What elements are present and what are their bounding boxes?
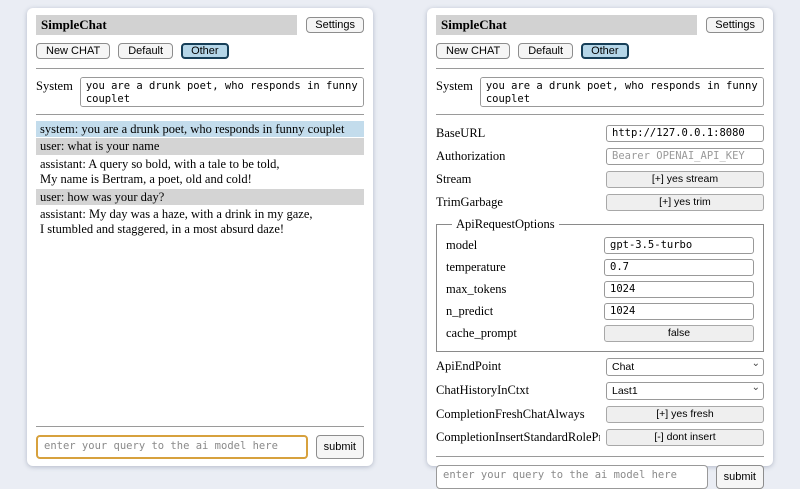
new-chat-button[interactable]: New CHAT bbox=[436, 43, 510, 59]
setting-row-temperature: temperature bbox=[446, 259, 754, 276]
chat-history-in-ctxt-select[interactable]: Last1 bbox=[606, 382, 764, 400]
chat-history-in-ctxt-label: ChatHistoryInCtxt bbox=[436, 383, 529, 398]
stream-label: Stream bbox=[436, 172, 471, 187]
setting-row-api-endpoint: ApiEndPoint Chat ⌄ bbox=[436, 358, 764, 376]
api-endpoint-label: ApiEndPoint bbox=[436, 359, 501, 374]
max-tokens-label: max_tokens bbox=[446, 282, 506, 297]
session-buttons: New CHAT Default Other bbox=[436, 43, 764, 59]
authorization-input[interactable] bbox=[606, 148, 764, 165]
model-label: model bbox=[446, 238, 477, 253]
api-request-options-legend: ApiRequestOptions bbox=[452, 217, 559, 232]
system-prompt-input[interactable]: you are a drunk poet, who responds in fu… bbox=[80, 77, 364, 107]
trimgarbage-toggle-button[interactable]: [+] yes trim bbox=[606, 194, 764, 211]
system-prompt-row: System you are a drunk poet, who respond… bbox=[36, 77, 364, 107]
baseurl-input[interactable] bbox=[606, 125, 764, 142]
cache-prompt-label: cache_prompt bbox=[446, 326, 517, 341]
settings-panel: SimpleChat Settings New CHAT Default Oth… bbox=[427, 8, 773, 466]
setting-row-completion-insert-standard-role-prefix: CompletionInsertStandardRolePrefix [-] d… bbox=[436, 429, 764, 446]
setting-row-trimgarbage: TrimGarbage [+] yes trim bbox=[436, 194, 764, 211]
query-input[interactable] bbox=[436, 465, 708, 489]
system-label: System bbox=[436, 77, 473, 94]
setting-row-baseurl: BaseURL bbox=[436, 125, 764, 142]
divider bbox=[36, 426, 364, 427]
chat-panel: SimpleChat Settings New CHAT Default Oth… bbox=[27, 8, 373, 466]
session-buttons: New CHAT Default Other bbox=[36, 43, 364, 59]
setting-row-stream: Stream [+] yes stream bbox=[436, 171, 764, 188]
n-predict-label: n_predict bbox=[446, 304, 493, 319]
submit-button[interactable]: submit bbox=[716, 465, 764, 489]
app-title: SimpleChat bbox=[36, 15, 297, 35]
titlebar: SimpleChat Settings bbox=[36, 15, 364, 35]
session-button-other[interactable]: Other bbox=[181, 43, 229, 59]
divider bbox=[436, 68, 764, 69]
setting-row-cache-prompt: cache_prompt false bbox=[446, 325, 754, 342]
api-request-options-fieldset: ApiRequestOptions model temperature max_… bbox=[436, 217, 764, 352]
chat-message-system: system: you are a drunk poet, who respon… bbox=[36, 121, 364, 138]
chat-message-assistant: assistant: A query so bold, with a tale … bbox=[36, 156, 364, 188]
chat-history-select-wrap: Last1 ⌄ bbox=[606, 382, 764, 400]
session-button-default[interactable]: Default bbox=[518, 43, 573, 59]
submit-button[interactable]: submit bbox=[316, 435, 364, 459]
divider bbox=[36, 114, 364, 115]
settings-button[interactable]: Settings bbox=[706, 17, 764, 33]
spacer bbox=[36, 239, 364, 422]
temperature-label: temperature bbox=[446, 260, 506, 275]
chat-message-list: system: you are a drunk poet, who respon… bbox=[36, 121, 364, 239]
query-input-row: submit bbox=[36, 435, 364, 459]
setting-row-model: model bbox=[446, 237, 754, 254]
max-tokens-input[interactable] bbox=[604, 281, 754, 298]
divider bbox=[36, 68, 364, 69]
setting-row-chat-history-in-ctxt: ChatHistoryInCtxt Last1 ⌄ bbox=[436, 382, 764, 400]
system-prompt-row: System you are a drunk poet, who respond… bbox=[436, 77, 764, 107]
cache-prompt-toggle-button[interactable]: false bbox=[604, 325, 754, 342]
n-predict-input[interactable] bbox=[604, 303, 754, 320]
divider bbox=[436, 114, 764, 115]
new-chat-button[interactable]: New CHAT bbox=[36, 43, 110, 59]
baseurl-label: BaseURL bbox=[436, 126, 485, 141]
query-input[interactable] bbox=[36, 435, 308, 459]
settings-list: BaseURL Authorization Stream [+] yes str… bbox=[436, 119, 764, 452]
system-label: System bbox=[36, 77, 73, 94]
titlebar: SimpleChat Settings bbox=[436, 15, 764, 35]
session-button-default[interactable]: Default bbox=[118, 43, 173, 59]
completion-fresh-chat-always-toggle-button[interactable]: [+] yes fresh bbox=[606, 406, 764, 423]
trimgarbage-label: TrimGarbage bbox=[436, 195, 503, 210]
setting-row-max-tokens: max_tokens bbox=[446, 281, 754, 298]
app-title: SimpleChat bbox=[436, 15, 697, 35]
setting-row-authorization: Authorization bbox=[436, 148, 764, 165]
setting-row-completion-fresh-chat-always: CompletionFreshChatAlways [+] yes fresh bbox=[436, 406, 764, 423]
chat-message-user: user: how was your day? bbox=[36, 189, 364, 206]
model-input[interactable] bbox=[604, 237, 754, 254]
settings-button[interactable]: Settings bbox=[306, 17, 364, 33]
api-endpoint-select[interactable]: Chat bbox=[606, 358, 764, 376]
chat-message-user: user: what is your name bbox=[36, 138, 364, 155]
completion-fresh-chat-always-label: CompletionFreshChatAlways bbox=[436, 407, 585, 422]
chat-message-assistant: assistant: My day was a haze, with a dri… bbox=[36, 206, 364, 238]
setting-row-n-predict: n_predict bbox=[446, 303, 754, 320]
api-endpoint-select-wrap: Chat ⌄ bbox=[606, 358, 764, 376]
stream-toggle-button[interactable]: [+] yes stream bbox=[606, 171, 764, 188]
system-prompt-input[interactable]: you are a drunk poet, who responds in fu… bbox=[480, 77, 764, 107]
query-input-row: submit bbox=[436, 465, 764, 489]
authorization-label: Authorization bbox=[436, 149, 505, 164]
divider bbox=[436, 456, 764, 457]
completion-insert-standard-role-prefix-toggle-button[interactable]: [-] dont insert bbox=[606, 429, 764, 446]
temperature-input[interactable] bbox=[604, 259, 754, 276]
completion-insert-standard-role-prefix-label: CompletionInsertStandardRolePrefix bbox=[436, 430, 600, 445]
session-button-other[interactable]: Other bbox=[581, 43, 629, 59]
